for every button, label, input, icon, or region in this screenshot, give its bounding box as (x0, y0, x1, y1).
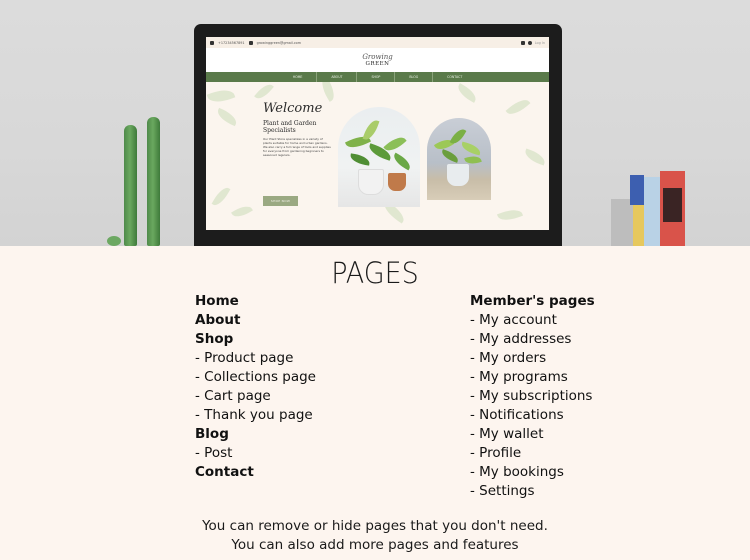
leaf-decoration (214, 107, 240, 127)
member-pages-list: Member's pages - My account - My address… (470, 292, 595, 501)
leaf-decoration (497, 206, 523, 224)
leaf-decoration (231, 202, 253, 221)
list-item: Home (195, 293, 239, 309)
site-nav-home: HOME (279, 72, 318, 82)
site-nav-contact: CONTACT (447, 75, 463, 79)
leaf-decoration (206, 85, 236, 107)
cart-icon (520, 40, 525, 45)
hero-body: Our Plant Store specializes in a variety… (263, 137, 331, 157)
plant-photo-arch-left (338, 107, 420, 207)
leaf-decoration (317, 82, 339, 102)
logo-script-text: Growing (362, 52, 393, 61)
list-item: - Settings (470, 483, 535, 499)
leaf-decoration (454, 83, 480, 103)
phone-icon (210, 40, 214, 45)
plant-photo-arch-right (427, 118, 491, 200)
footer-note-line-1: You can remove or hide pages that you do… (202, 518, 548, 534)
site-logo: Growing GREEN (206, 48, 549, 72)
site-nav-blog: BLOG (395, 72, 434, 82)
list-item: - My bookings (470, 464, 564, 480)
mail-icon (248, 40, 253, 45)
list-item: - Notifications (470, 407, 564, 423)
desk-photo: +17234567891 growinggreen@gmail.com Log … (0, 0, 750, 246)
list-item: Blog (195, 426, 229, 442)
list-item: About (195, 312, 241, 328)
leaf-decoration (254, 82, 274, 103)
pages-title: PAGES (331, 256, 419, 290)
site-navbar: HOME ABOUT SHOP BLOG CONTACT (206, 72, 549, 82)
site-hero: Welcome Plant and Garden Specialists Our… (206, 82, 549, 230)
site-nav-shop: SHOP (357, 72, 396, 82)
leaf-decoration (505, 95, 531, 119)
logo-word-text: GREEN (365, 60, 390, 67)
list-item: - Post (195, 445, 233, 461)
list-item: - Profile (470, 445, 522, 461)
list-item: Member's pages (470, 293, 595, 309)
list-item: Shop (195, 331, 234, 347)
site-email: growinggreen@gmail.com (256, 40, 302, 45)
hero-text-block: Welcome Plant and Garden Specialists Our… (263, 101, 331, 158)
footer-note: You can remove or hide pages that you do… (0, 517, 750, 555)
user-avatar-icon (527, 40, 532, 45)
main-pages-list: Home About Shop - Product page - Collect… (195, 292, 316, 482)
list-item: - My orders (470, 350, 547, 366)
list-item: - Thank you page (195, 407, 313, 423)
site-nav-about: ABOUT (317, 72, 358, 82)
footer-note-line-2: You can also add more pages and features (231, 537, 519, 553)
list-item: - Cart page (195, 388, 271, 404)
site-login-link: Log In (534, 40, 545, 45)
leaf-decoration (522, 148, 548, 166)
list-item: - My account (470, 312, 557, 328)
website-preview: +17234567891 growinggreen@gmail.com Log … (206, 37, 549, 230)
list-item: - My subscriptions (470, 388, 593, 404)
hero-welcome: Welcome (263, 101, 323, 116)
leaf-decoration (211, 184, 231, 209)
hero-shop-now-button: SHOP NOW (263, 196, 298, 206)
list-item: - My wallet (470, 426, 544, 442)
list-item: - Collections page (195, 369, 316, 385)
list-item: - Product page (195, 350, 294, 366)
list-item: - My programs (470, 369, 568, 385)
pages-overview-graphic: +17234567891 growinggreen@gmail.com Log … (0, 0, 750, 560)
list-item: - My addresses (470, 331, 572, 347)
hero-subtitle: Plant and Garden Specialists (263, 120, 317, 134)
site-phone: +17234567891 (218, 40, 245, 45)
site-topbar: +17234567891 growinggreen@gmail.com Log … (206, 37, 549, 48)
monitor-mockup: +17234567891 growinggreen@gmail.com Log … (194, 24, 562, 246)
list-item: Contact (195, 464, 254, 480)
